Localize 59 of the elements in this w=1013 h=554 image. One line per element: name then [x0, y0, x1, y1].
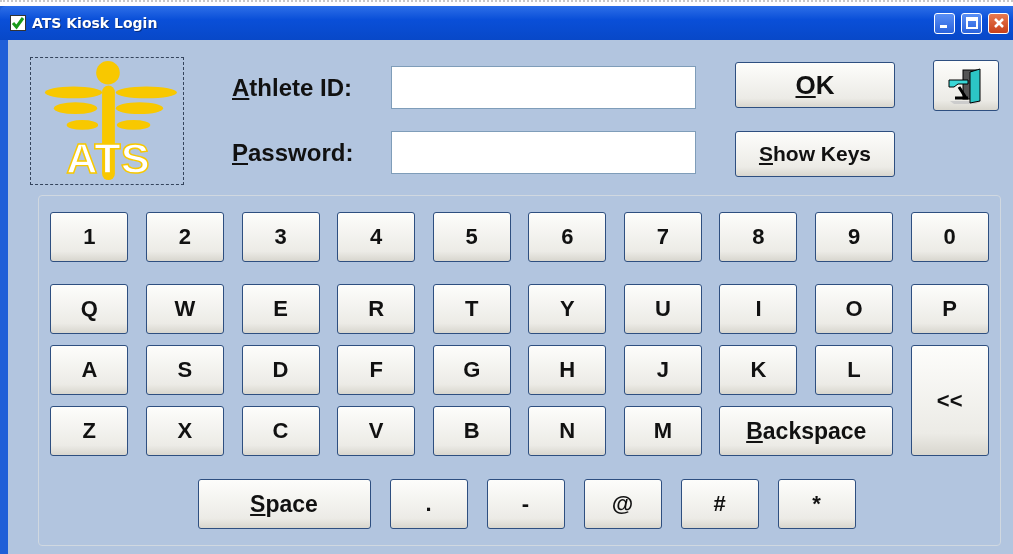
key[interactable]: 6: [528, 212, 607, 262]
ok-button[interactable]: OK: [735, 62, 895, 108]
backspace-key[interactable]: Backspace: [719, 406, 894, 456]
input-field[interactable]: [391, 131, 696, 174]
key[interactable]: 2: [145, 212, 224, 262]
minimize-icon: [939, 25, 947, 28]
key[interactable]: W: [145, 284, 224, 334]
space-key[interactable]: Space: [197, 479, 371, 529]
input-field[interactable]: [391, 66, 696, 109]
key[interactable]: I: [719, 284, 798, 334]
key[interactable]: C: [241, 406, 320, 456]
key[interactable]: A: [50, 345, 129, 395]
key[interactable]: G: [432, 345, 511, 395]
key[interactable]: Q: [50, 284, 129, 334]
key[interactable]: J: [623, 345, 702, 395]
show-keys-button[interactable]: Show Keys: [735, 131, 895, 177]
key[interactable]: *: [777, 479, 856, 529]
key[interactable]: #: [680, 479, 759, 529]
key[interactable]: P: [910, 284, 989, 334]
key[interactable]: Z: [50, 406, 129, 456]
key[interactable]: 5: [432, 212, 511, 262]
maximize-button[interactable]: [961, 12, 982, 34]
key[interactable]: 1: [50, 212, 129, 262]
key[interactable]: B: [432, 406, 511, 456]
key[interactable]: 3: [241, 212, 320, 262]
maximize-icon: [965, 17, 978, 29]
exit-button[interactable]: [933, 60, 999, 111]
key[interactable]: N: [528, 406, 607, 456]
key[interactable]: O: [815, 284, 894, 334]
key[interactable]: 9: [815, 212, 894, 262]
key[interactable]: V: [337, 406, 416, 456]
key[interactable]: -: [486, 479, 565, 529]
key[interactable]: H: [528, 345, 607, 395]
key[interactable]: .: [389, 479, 468, 529]
key[interactable]: E: [241, 284, 320, 334]
field-label: Password:: [232, 138, 355, 167]
key[interactable]: <<: [910, 345, 989, 456]
key[interactable]: M: [623, 406, 702, 456]
key[interactable]: R: [337, 284, 416, 334]
field-label: Athlete ID:: [232, 73, 353, 102]
window-title: ATS Kiosk Login: [32, 15, 159, 31]
key[interactable]: L: [815, 345, 894, 395]
key[interactable]: Y: [528, 284, 607, 334]
key[interactable]: U: [623, 284, 702, 334]
key[interactable]: X: [145, 406, 224, 456]
key[interactable]: 8: [719, 212, 798, 262]
key[interactable]: K: [719, 345, 798, 395]
key[interactable]: @: [583, 479, 662, 529]
close-button[interactable]: [988, 12, 1009, 34]
key[interactable]: T: [432, 284, 511, 334]
checkbox-icon: [10, 15, 26, 31]
close-icon: [992, 17, 1005, 29]
key[interactable]: 7: [623, 212, 702, 262]
key[interactable]: S: [145, 345, 224, 395]
minimize-button[interactable]: [934, 12, 955, 34]
key[interactable]: 4: [337, 212, 416, 262]
key[interactable]: D: [241, 345, 320, 395]
key[interactable]: F: [337, 345, 416, 395]
key[interactable]: 0: [910, 212, 989, 262]
